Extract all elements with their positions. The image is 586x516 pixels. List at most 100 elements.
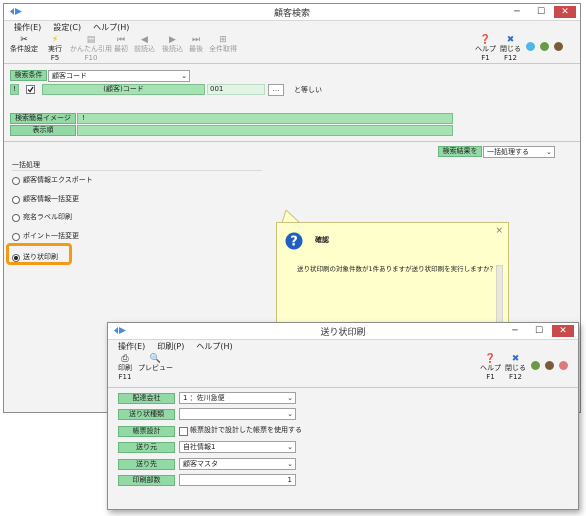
dialog-toolbar: ⎙ 印刷 F11 🔍 プレビュー ❓ ヘルプ F1 ✖ 閉じる F12 [108, 352, 578, 382]
fetch-all-icon: ⊞ [219, 35, 227, 45]
sender-label: 送り元 [118, 442, 175, 453]
dialog-menu-print[interactable]: 印刷(P) [157, 341, 184, 352]
lightning-icon: ⚡ [51, 35, 59, 45]
callout-close-icon[interactable]: × [495, 226, 503, 236]
green-status-icon [540, 42, 549, 51]
slip-type-label: 送り状種類 [118, 409, 175, 420]
execute-button[interactable]: ⚡ 実行 F5 [48, 35, 62, 63]
recipient-label: 送り先 [118, 459, 175, 470]
chevron-down-icon: ⌄ [287, 443, 293, 451]
radio-icon [12, 213, 20, 222]
green-status-icon [531, 361, 540, 370]
previous-icon: ◀ [141, 35, 148, 45]
fetch-all-button[interactable]: ⊞ 全件取得 [209, 35, 237, 54]
first-button[interactable]: ⏮ 最初 [114, 35, 128, 54]
dialog-maximize-button[interactable]: ☐ [528, 325, 550, 337]
carrier-select[interactable]: 1 ：佐川急便 ⌄ [179, 392, 296, 404]
form-design-label: 帳票設計 [118, 426, 175, 437]
blue-status-icon [526, 42, 535, 51]
maximize-button[interactable]: ☐ [530, 6, 552, 18]
dialog-close-window-button[interactable]: ✖ 閉じる F12 [505, 354, 526, 382]
next-load-button[interactable]: ▶ 後読込 [162, 35, 183, 54]
result-action-select[interactable]: 一括処理する ⌄ [483, 146, 555, 158]
confirm-callout: ? 確認 × 送り状印刷の対象件数が1件ありますが送り状印刷を実行しますか？ [276, 222, 509, 330]
menu-operation[interactable]: 操作(E) [14, 22, 41, 33]
menu-bar: 操作(E) 設定(C) ヘルプ(H) [4, 21, 580, 33]
previous-load-button[interactable]: ◀ 前読込 [134, 35, 155, 54]
radio-icon [12, 232, 20, 241]
radio-address-label-print[interactable]: 宛名ラベル印刷 [12, 213, 72, 222]
help-icon: ❓ [479, 35, 492, 45]
condition-checkbox[interactable] [26, 85, 35, 94]
tools-icon: ✂ [20, 35, 28, 45]
callout-message: 送り状印刷の対象件数が1件ありますが送り状印刷を実行しますか？ [297, 265, 497, 273]
dialog-minimize-button[interactable]: ─ [504, 325, 526, 337]
radio-icon [12, 176, 20, 185]
close-button[interactable]: ✕ [554, 6, 576, 18]
radio-icon [12, 195, 20, 204]
recipient-select[interactable]: 顧客マスタ ⌄ [179, 458, 296, 470]
question-icon: ? [285, 232, 303, 250]
row-marker: ! [10, 84, 19, 95]
help-icon: ❓ [484, 354, 497, 364]
divider [4, 141, 580, 142]
close-icon: ✖ [506, 35, 515, 45]
selection-highlight [6, 243, 72, 265]
form-design-checkbox[interactable] [179, 427, 188, 436]
close-window-button[interactable]: ✖ 閉じる F12 [500, 35, 521, 63]
brown-status-icon [545, 361, 554, 370]
search-image-value: ! [77, 113, 453, 124]
dialog-menu-bar: 操作(E) 印刷(P) ヘルプ(H) [108, 340, 578, 352]
minimize-button[interactable]: ─ [506, 6, 528, 18]
easy-quote-button[interactable]: ▤ かんたん引用 F10 [70, 35, 112, 63]
copies-input[interactable]: 1 [179, 474, 296, 486]
menu-settings[interactable]: 設定(C) [53, 22, 81, 33]
operator-label: と等しい [294, 86, 322, 94]
preview-button[interactable]: 🔍 プレビュー [138, 354, 173, 373]
checkmark-icon [27, 86, 34, 93]
condition-settings-button[interactable]: ✂ 条件設定 [10, 35, 38, 54]
slip-type-select[interactable]: ⌄ [179, 408, 296, 420]
search-field-select[interactable]: 顧客コード ⌄ [48, 70, 190, 82]
display-order-value [77, 125, 453, 136]
radio-point-bulk-change[interactable]: ポイント一括変更 [12, 232, 79, 241]
callout-scrollbar[interactable] [496, 265, 503, 323]
chevron-down-icon: ⌄ [287, 394, 293, 402]
dialog-title-bar: 送り状印刷 ─ ☐ ✕ [108, 323, 578, 340]
menu-help[interactable]: ヘルプ(H) [93, 22, 129, 33]
lookup-button[interactable]: … [268, 84, 284, 96]
radio-customer-export[interactable]: 顧客情報エクスポート [12, 176, 93, 185]
search-result-label: 検索結果を [438, 146, 482, 157]
chevron-down-icon: ⌄ [546, 148, 552, 156]
last-button[interactable]: ⏭ 最後 [189, 35, 203, 54]
red-status-icon [559, 361, 568, 370]
shipping-label-dialog: 送り状印刷 ─ ☐ ✕ 操作(E) 印刷(P) ヘルプ(H) ⎙ 印刷 F11 🔍… [107, 322, 579, 510]
chevron-down-icon: ⌄ [287, 460, 293, 468]
svg-text:?: ? [290, 235, 298, 250]
help-button[interactable]: ❓ ヘルプ F1 [475, 35, 496, 63]
divider [108, 387, 578, 388]
printer-icon: ⎙ [121, 354, 129, 364]
sender-select[interactable]: 自社情報1 ⌄ [179, 441, 296, 453]
condition-value-input[interactable]: 001 [207, 84, 265, 95]
callout-title: 確認 [315, 236, 329, 244]
batch-section-title: 一括処理 [12, 161, 40, 169]
radio-customer-bulk-change[interactable]: 顧客情報一括変更 [12, 195, 79, 204]
toolbar: ✂ 条件設定 ⚡ 実行 F5 ▤ かんたん引用 F10 ⏮ 最初 ◀ 前読込 ▶ 後… [4, 33, 580, 63]
title-bar: 顧客検索 ─ ☐ ✕ [4, 4, 580, 21]
carrier-label: 配達会社 [118, 393, 175, 404]
document-icon: ▤ [86, 35, 96, 45]
brown-status-icon [554, 42, 563, 51]
form-design-checkbox-label: 帳票設計で設計した帳票を使用する [190, 426, 302, 434]
divider [12, 170, 262, 171]
preview-icon: 🔍 [149, 354, 162, 364]
dialog-help-button[interactable]: ❓ ヘルプ F1 [480, 354, 501, 382]
display-order-label: 表示順 [10, 125, 76, 136]
print-button[interactable]: ⎙ 印刷 F11 [118, 354, 132, 382]
search-image-label: 検索簡易イメージ [10, 113, 76, 124]
chevron-down-icon: ⌄ [181, 72, 187, 80]
dialog-menu-help[interactable]: ヘルプ(H) [196, 341, 232, 352]
dialog-menu-operation[interactable]: 操作(E) [118, 341, 145, 352]
dialog-close-button[interactable]: ✕ [552, 325, 574, 337]
next-icon: ▶ [169, 35, 176, 45]
